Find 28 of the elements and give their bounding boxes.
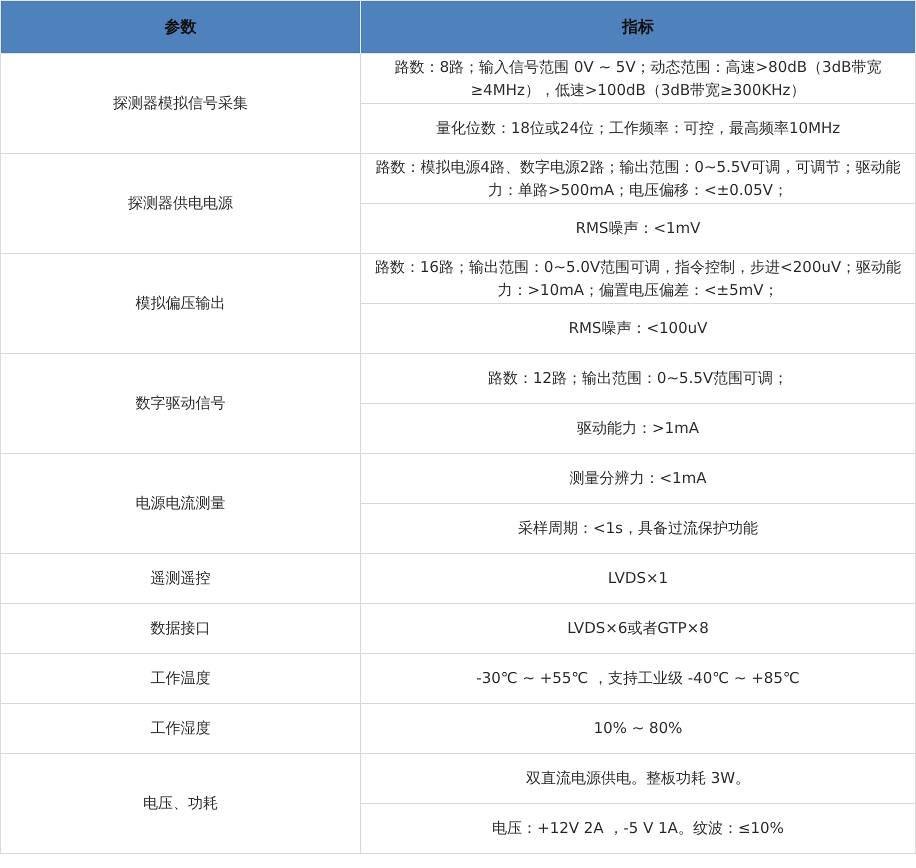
- column-header: 指标: [360, 0, 916, 54]
- table-cell: 路数：8路；输入信号范围 0V ~ 5V；动态范围：高速>80dB（3dB带宽≥4MHz），低速>100dB（3dB带宽≥300KHz）: [360, 54, 916, 104]
- table-cell: 路数：16路；输出范围：0~5.0V范围可调，指令控制，步进<200uV；驱动能力：>10mA；偏置电压偏差：<±5mV；: [360, 254, 916, 304]
- table-cell: 遥测遥控: [0, 554, 360, 604]
- table-cell: 10% ~ 80%: [360, 704, 916, 754]
- table-cell: 测量分辨力：<1mA: [360, 454, 916, 504]
- table-cell: -30℃ ~ +55℃ ，支持工业级 -40℃ ~ +85℃: [360, 654, 916, 704]
- table-cell: 数字驱动信号: [0, 354, 360, 454]
- table-cell: 电压：+12V 2A ，-5 V 1A。纹波：≤10%: [360, 804, 916, 854]
- table-cell: 工作温度: [0, 654, 360, 704]
- table-cell: 探测器模拟信号采集: [0, 54, 360, 154]
- column-header: 参数: [0, 0, 360, 54]
- table-cell: LVDS×6或者GTP×8: [360, 604, 916, 654]
- table-cell: 探测器供电电源: [0, 154, 360, 254]
- table-cell: 数据接口: [0, 604, 360, 654]
- table-cell: RMS噪声：<1mV: [360, 204, 916, 254]
- table-cell: 工作湿度: [0, 704, 360, 754]
- table-cell: RMS噪声：<100uV: [360, 304, 916, 354]
- table-cell: 电源电流测量: [0, 454, 360, 554]
- table-cell: 量化位数：18位或24位；工作频率：可控，最高频率10MHz: [360, 104, 916, 154]
- table-cell: 采样周期：<1s，具备过流保护功能: [360, 504, 916, 554]
- table-cell: LVDS×1: [360, 554, 916, 604]
- table-cell: 双直流电源供电。整板功耗 3W。: [360, 754, 916, 804]
- table-cell: 电压、功耗: [0, 754, 360, 854]
- table-cell: 驱动能力：>1mA: [360, 404, 916, 454]
- table-cell: 模拟偏压输出: [0, 254, 360, 354]
- table-cell: 路数：12路；输出范围：0~5.5V范围可调；: [360, 354, 916, 404]
- table-cell: 路数：模拟电源4路、数字电源2路；输出范围：0~5.5V可调，可调节；驱动能力：单路>500mA；电压偏移：<±0.05V；: [360, 154, 916, 204]
